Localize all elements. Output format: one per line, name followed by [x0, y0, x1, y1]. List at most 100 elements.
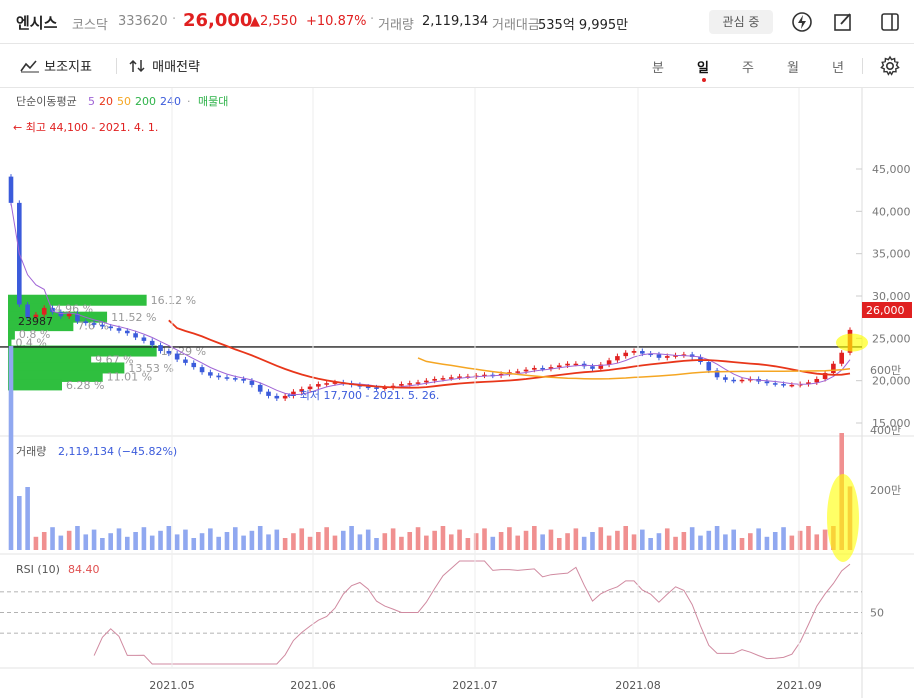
rsi-panel: 50: [0, 560, 884, 665]
candle-body: [432, 378, 437, 381]
candle-body: [523, 369, 529, 372]
legend-dot: ·: [187, 95, 191, 108]
candle-body: [174, 353, 180, 360]
volume-bar: [291, 533, 296, 550]
candle-body: [448, 377, 454, 379]
volume-value: 2,119,134 (−45.82%): [58, 445, 177, 458]
volume-bar: [656, 533, 662, 550]
candle-body: [241, 378, 246, 381]
candle-body: [573, 363, 579, 366]
toolbar-divider: [116, 58, 117, 74]
candle-body: [440, 378, 446, 380]
favorite-button[interactable]: 관심 중: [709, 10, 773, 34]
volume-bar: [581, 536, 587, 550]
stock-chart[interactable]: 단순이동평균 5 20 50 200 240 · 매물대 45,000 40,00…: [0, 88, 914, 698]
candle-body: [199, 367, 205, 373]
strategy-icon: [129, 59, 145, 73]
volume-bar: [332, 535, 338, 550]
volume-y-tick: 400만: [870, 424, 901, 437]
candle-body: [133, 333, 138, 338]
candle-body: [191, 362, 197, 368]
volume-bar: [340, 530, 346, 550]
volume-bar: [631, 534, 637, 550]
volume-bar: [224, 532, 230, 550]
candle-body: [149, 340, 155, 346]
candle-body: [424, 380, 429, 383]
candle-body: [415, 382, 421, 384]
candle-body: [224, 377, 230, 379]
x-tick-label: 2021.07: [452, 679, 498, 692]
strategy-label: 매매전략: [152, 60, 200, 75]
candle-body: [631, 351, 637, 353]
edit-icon[interactable]: [832, 11, 854, 33]
volume-profile-bar: [8, 379, 63, 391]
volume-bar: [565, 533, 570, 550]
volume-bar: [673, 536, 678, 550]
volume-bar: [199, 533, 205, 550]
trade-amount-label: 거래대금: [492, 18, 540, 33]
period-day[interactable]: 일: [697, 57, 709, 76]
y-tick-label: 40,000: [872, 205, 911, 218]
stock-header: 엔시스 코스닥 333620 · 26,000 ▲2,550 +10.87% ·…: [0, 0, 914, 44]
candle-body: [739, 379, 745, 382]
volume-bar: [349, 526, 354, 550]
x-tick-label: 2021.08: [615, 679, 661, 692]
volume-bar: [83, 534, 89, 550]
volume-profile-label: 6.28 %: [66, 379, 104, 392]
volume-bar: [498, 532, 504, 550]
volume-bar: [482, 528, 487, 550]
volume-profile-label: 11.01 %: [107, 370, 152, 383]
volume-bar: [124, 536, 130, 550]
volume-bar: [91, 529, 97, 550]
volume-bar: [548, 529, 554, 550]
y-tick-label: 25,000: [872, 332, 911, 345]
period-minute[interactable]: 분: [652, 57, 664, 76]
strategy-button[interactable]: 매매전략: [128, 56, 200, 75]
volume-bar: [731, 529, 737, 550]
period-year[interactable]: 년: [832, 57, 844, 76]
volume-label: 거래량: [378, 18, 414, 33]
candle-body: [532, 367, 537, 370]
separator-dot: ·: [172, 12, 177, 27]
volume-title: 거래량: [16, 445, 46, 458]
candle-body: [266, 391, 271, 396]
volume-bar: [108, 533, 113, 550]
candle-body: [556, 365, 562, 368]
volume-bar: [183, 529, 188, 550]
chart-toolbar: 보조지표 매매전략 분 일 주 월 년: [0, 44, 914, 88]
settings-gear-icon[interactable]: [879, 55, 901, 81]
volume-bar: [33, 536, 39, 550]
candle-body: [772, 383, 778, 385]
layout-icon[interactable]: [879, 11, 901, 33]
volume-bar: [307, 536, 313, 550]
candle-body: [100, 324, 105, 327]
period-week[interactable]: 주: [742, 57, 754, 76]
candle-body: [324, 383, 329, 385]
candle-body: [274, 395, 280, 399]
volume-profile-legend: 매물대: [198, 95, 228, 108]
volume-bar: [648, 538, 653, 550]
volume-highlight-marker: [827, 474, 859, 562]
rsi-y-tick: 50: [870, 607, 884, 620]
candle-body: [316, 384, 321, 387]
market-label: 코스닥: [72, 18, 108, 33]
x-tick-label: 2021.09: [776, 679, 822, 692]
candle-body: [249, 380, 255, 385]
volume-bar: [66, 530, 72, 550]
candle-body: [540, 367, 545, 370]
candle-body: [789, 384, 795, 387]
candle-body: [723, 377, 728, 380]
period-month[interactable]: 월: [787, 57, 799, 76]
volume-y-tick: 200만: [870, 484, 901, 497]
volume-bar: [257, 526, 263, 550]
candle-body: [664, 356, 670, 358]
volume-bar: [623, 526, 629, 550]
indicator-button[interactable]: 보조지표: [20, 56, 92, 75]
candle-body: [83, 321, 89, 324]
volume-bar: [316, 532, 321, 550]
separator-dot: ·: [370, 12, 375, 27]
rsi-title: RSI (10): [16, 563, 60, 576]
lightning-icon[interactable]: [791, 11, 813, 33]
volume-bar: [415, 527, 421, 550]
volume-bar: [440, 526, 446, 550]
